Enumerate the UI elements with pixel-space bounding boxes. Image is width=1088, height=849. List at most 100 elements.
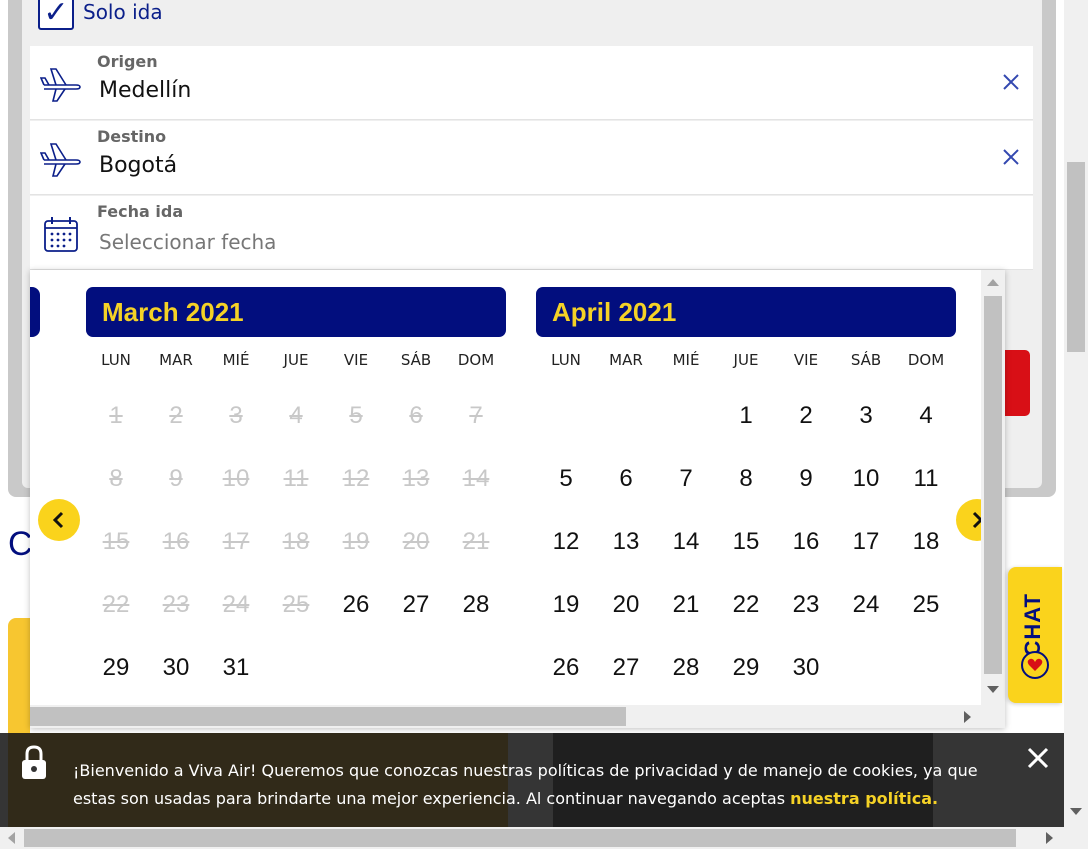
- calendar-day[interactable]: 17: [836, 528, 896, 556]
- destination-field[interactable]: Destino Bogotá: [30, 121, 1033, 195]
- calendar-day[interactable]: 5: [536, 465, 596, 493]
- cookie-message: ¡Bienvenido a Viva Air! Queremos que con…: [73, 757, 1013, 813]
- calendar-day-disabled: 2: [169, 402, 183, 429]
- calendar-day[interactable]: 16: [776, 528, 836, 556]
- calendar-day[interactable]: 3: [836, 402, 896, 430]
- close-icon[interactable]: [1027, 747, 1049, 769]
- promo-card[interactable]: [8, 618, 30, 733]
- destination-value[interactable]: Bogotá: [99, 153, 177, 178]
- calendar-day[interactable]: 10: [836, 465, 896, 493]
- scrollbar-thumb[interactable]: [984, 296, 1002, 674]
- chat-label: CHAT: [1020, 593, 1045, 657]
- calendar-day[interactable]: 2: [776, 402, 836, 430]
- month-title: April 2021: [536, 287, 956, 337]
- weekday-label: DOM: [457, 351, 495, 369]
- calendar-day[interactable]: 19: [536, 591, 596, 619]
- calendar-day[interactable]: 8: [716, 465, 776, 493]
- calendar-day[interactable]: 29: [716, 654, 776, 682]
- calendar-day-disabled: 13: [402, 465, 430, 492]
- calendar-day[interactable]: 26: [536, 654, 596, 682]
- clear-origin-icon[interactable]: [1001, 72, 1021, 92]
- month-march: March 2021 LUN MAR MIÉ JUE VIE SÁB DOM 1 2 3 4 5 6 7 8…: [86, 287, 506, 681]
- calendar-day[interactable]: 6: [596, 465, 656, 493]
- calendar-day[interactable]: 28: [656, 654, 716, 682]
- search-button[interactable]: [1003, 350, 1030, 416]
- calendar-day[interactable]: 14: [656, 528, 716, 556]
- calendar-day-disabled: 24: [222, 591, 250, 618]
- scroll-left-arrow-icon[interactable]: [8, 832, 15, 844]
- prev-month-button[interactable]: [38, 499, 80, 541]
- calendar-day[interactable]: 24: [836, 591, 896, 619]
- weekday-label: LUN: [101, 351, 131, 369]
- calendar-day[interactable]: 28: [446, 591, 506, 619]
- calendar-day[interactable]: 22: [716, 591, 776, 619]
- weekday-label: DOM: [907, 351, 945, 369]
- plane-icon: [40, 68, 81, 102]
- chevron-left-icon: [52, 511, 64, 529]
- calendar-day-disabled: 10: [222, 465, 250, 492]
- page-vertical-scrollbar[interactable]: [1064, 0, 1088, 827]
- month-title: March 2021: [86, 287, 506, 337]
- departure-date-field[interactable]: Fecha ida Seleccionar fecha: [30, 196, 1033, 270]
- page-horizontal-scrollbar[interactable]: [0, 827, 1088, 849]
- calendar-day-disabled: 22: [102, 591, 130, 618]
- calendar-day[interactable]: 4: [896, 402, 956, 430]
- calendar-day[interactable]: 7: [656, 465, 716, 493]
- scrollbar-thumb[interactable]: [30, 707, 626, 726]
- scroll-right-arrow-icon[interactable]: [964, 711, 971, 723]
- calendar-day-disabled: 19: [342, 528, 370, 555]
- departure-date-placeholder[interactable]: Seleccionar fecha: [99, 230, 276, 254]
- calendar-day[interactable]: 29: [86, 654, 146, 682]
- privacy-policy-link[interactable]: nuestra política.: [790, 789, 938, 808]
- calendar-day-disabled: 20: [402, 528, 430, 555]
- calendar-day[interactable]: 15: [716, 528, 776, 556]
- scroll-right-arrow-icon[interactable]: [1046, 832, 1053, 844]
- weekday-label: MIÉ: [672, 351, 700, 369]
- calendar-day-disabled: 11: [283, 465, 309, 492]
- calendar-day-disabled: 8: [109, 465, 123, 492]
- weekday-label: VIE: [343, 351, 369, 369]
- calendar-day-disabled: 16: [162, 528, 190, 555]
- calendar-day[interactable]: 23: [776, 591, 836, 619]
- calendar-day[interactable]: 20: [596, 591, 656, 619]
- calendar-day[interactable]: 21: [656, 591, 716, 619]
- origin-label: Origen: [97, 52, 158, 71]
- scroll-down-arrow-icon[interactable]: [1070, 808, 1082, 815]
- calendar-horizontal-scrollbar[interactable]: [30, 705, 1005, 728]
- calendar-vertical-scrollbar[interactable]: [981, 270, 1005, 705]
- one-way-label: Solo ida: [83, 0, 163, 24]
- calendar-day[interactable]: 26: [326, 591, 386, 619]
- origin-value[interactable]: Medellín: [99, 78, 191, 103]
- departure-date-label: Fecha ida: [97, 202, 184, 221]
- chat-tab[interactable]: CHAT: [1008, 567, 1062, 703]
- weekday-label: LUN: [551, 351, 581, 369]
- calendar-day[interactable]: 13: [596, 528, 656, 556]
- calendar-day[interactable]: 30: [146, 654, 206, 682]
- origin-field[interactable]: Origen Medellín: [30, 46, 1033, 120]
- calendar-day[interactable]: 27: [386, 591, 446, 619]
- scrollbar-thumb[interactable]: [1067, 162, 1085, 352]
- calendar-day[interactable]: 11: [896, 465, 956, 493]
- calendar-day[interactable]: 18: [896, 528, 956, 556]
- clear-destination-icon[interactable]: [1001, 147, 1021, 167]
- calendar-icon: [44, 217, 78, 252]
- heart-icon: [1021, 651, 1049, 679]
- one-way-checkbox[interactable]: ✓: [38, 0, 74, 30]
- weekday-label: JUE: [733, 351, 759, 369]
- scroll-down-arrow-icon[interactable]: [987, 686, 999, 693]
- calendar-day[interactable]: 9: [776, 465, 836, 493]
- calendar-day[interactable]: 12: [536, 528, 596, 556]
- calendar-day[interactable]: 31: [206, 654, 266, 682]
- weekday-label: JUE: [283, 351, 309, 369]
- calendar-day[interactable]: 1: [716, 402, 776, 430]
- scrollbar-thumb[interactable]: [24, 829, 1016, 847]
- calendar-day[interactable]: 30: [776, 654, 836, 682]
- weekday-label: MAR: [159, 351, 193, 369]
- calendar-day-disabled: 14: [462, 465, 490, 492]
- scroll-up-arrow-icon[interactable]: [987, 279, 999, 286]
- calendar-day-disabled: 5: [349, 402, 363, 429]
- calendar-day-disabled: 3: [229, 402, 243, 429]
- calendar-day[interactable]: 25: [896, 591, 956, 619]
- calendar-day[interactable]: 27: [596, 654, 656, 682]
- calendar-day-disabled: 15: [102, 528, 130, 555]
